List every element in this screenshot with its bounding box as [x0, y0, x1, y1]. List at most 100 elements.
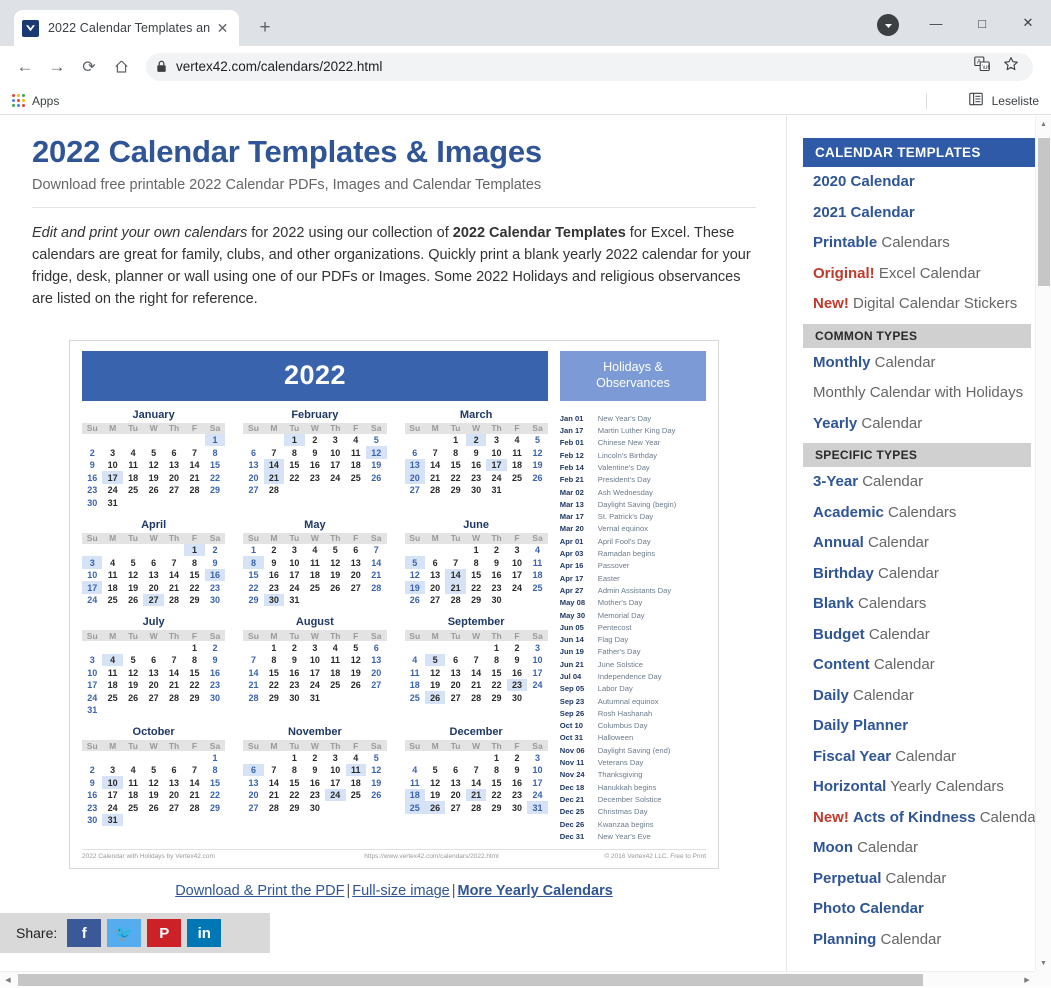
- scroll-up-arrow-icon[interactable]: ▲: [1036, 116, 1051, 132]
- day-cell: 30: [87, 815, 98, 826]
- more-yearly-calendars-link[interactable]: More Yearly Calendars: [458, 883, 613, 899]
- url-text[interactable]: vertex42.com/calendars/2022.html: [176, 59, 974, 74]
- day-cell: 21: [471, 680, 482, 691]
- day-cell: 19: [371, 460, 382, 471]
- day-cell: 19: [148, 790, 159, 801]
- holiday-name: Christmas Day: [597, 807, 648, 817]
- sidebar-item-horizontal[interactable]: Horizontal Yearly Calendars: [803, 772, 1035, 803]
- pinterest-share-button[interactable]: P: [147, 919, 182, 948]
- calendar-figure[interactable]: 2022 Holidays & Observances January Su M Tu…: [69, 339, 719, 870]
- day-cell: 22: [289, 472, 300, 483]
- sidebar-item-excel-calendar[interactable]: Original! Excel Calendar: [803, 259, 1035, 290]
- weekday-header: Su: [243, 740, 264, 752]
- profile-avatar[interactable]: [877, 14, 899, 36]
- empty-cell: [123, 544, 143, 557]
- sidebar-item-content[interactable]: Content Calendar: [803, 650, 1035, 681]
- holiday-row: Nov 24 Thanksgiving: [560, 769, 706, 781]
- week-row: 1 2 3: [405, 641, 548, 654]
- day-cell: 21: [248, 680, 259, 691]
- sidebar-item-academic[interactable]: Academic Calendars: [803, 498, 1035, 529]
- day-cell: 8: [473, 557, 479, 568]
- empty-cell: [82, 544, 102, 557]
- sidebar-item-daily-planner[interactable]: Daily Planner: [803, 711, 1035, 742]
- sidebar-item-photo-calendar[interactable]: Photo Calendar: [803, 894, 1035, 925]
- new-tab-button[interactable]: +: [251, 14, 279, 42]
- scroll-right-arrow-icon[interactable]: ▶: [1019, 972, 1035, 988]
- browser-tab[interactable]: 2022 Calendar Templates and Im ✕: [14, 10, 239, 46]
- maximize-button[interactable]: □: [959, 5, 1005, 41]
- week-row: 17 18 19 20 21 22 23: [82, 679, 225, 692]
- sidebar-item-daily[interactable]: Daily Calendar: [803, 681, 1035, 712]
- forward-icon[interactable]: →: [42, 52, 72, 82]
- sidebar-item-blank[interactable]: Blank Calendars: [803, 589, 1035, 620]
- week-row: 24 25 26 27 28 29 30: [82, 691, 225, 704]
- day-cell: 20: [148, 680, 159, 691]
- home-icon[interactable]: [106, 52, 136, 82]
- sidebar-item-annual[interactable]: Annual Calendar: [803, 528, 1035, 559]
- vertical-scrollbar[interactable]: ▲ ▼: [1035, 116, 1051, 971]
- month-december: December Su M Tu W Th F Sa 1 2 3 4 5 6 7 8 9 10 11 12 13 14 1…: [404, 726, 548, 826]
- translate-icon[interactable]: A\u6587: [974, 56, 1001, 77]
- day-cell: 14: [169, 667, 180, 678]
- facebook-share-button[interactable]: f: [67, 919, 102, 948]
- day-cell: 28: [169, 595, 180, 606]
- twitter-share-button[interactable]: 🐦: [107, 919, 142, 948]
- sidebar-item-fiscal-year[interactable]: Fiscal Year Calendar: [803, 742, 1035, 773]
- apps-shortcut[interactable]: Apps: [12, 94, 59, 108]
- sidebar-item-budget[interactable]: Budget Calendar: [803, 620, 1035, 651]
- scroll-down-arrow-icon[interactable]: ▼: [1036, 955, 1051, 971]
- back-icon[interactable]: ←: [10, 52, 40, 82]
- sidebar-item-2020-calendar[interactable]: 2020 Calendar: [803, 167, 1035, 198]
- day-cell: 5: [130, 557, 136, 568]
- sidebar-item-3-year[interactable]: 3-Year Calendar: [803, 467, 1035, 498]
- sidebar-item-planning[interactable]: Planning Calendar: [803, 925, 1035, 956]
- scroll-left-arrow-icon[interactable]: ◀: [0, 972, 16, 988]
- empty-cell: [184, 704, 204, 717]
- sidebar-item-2021-calendar[interactable]: 2021 Calendar: [803, 198, 1035, 229]
- week-row: 6 7 8 9 10 11 12: [243, 763, 386, 777]
- day-cell: 5: [404, 556, 425, 569]
- day-cell: 26: [371, 790, 382, 801]
- month-name: July: [142, 616, 165, 629]
- bookmark-star-icon[interactable]: [1003, 56, 1019, 77]
- vertical-scroll-thumb[interactable]: [1038, 138, 1050, 286]
- day-cell: 19: [128, 582, 139, 593]
- day-cell: 19: [430, 680, 441, 691]
- sidebar-item-label: Calendar: [975, 808, 1035, 826]
- sidebar-item-monthly[interactable]: Monthly Calendar: [803, 348, 1035, 379]
- month-row: April Su M Tu W Th F Sa 1 2 3 4 5 6 7 8 9 10 11 12 13 14 15 16…: [82, 519, 548, 607]
- fullsize-image-link[interactable]: Full-size image: [352, 883, 450, 899]
- sidebar-item-label-strong: Monthly: [813, 353, 871, 371]
- day-cell: 29: [248, 595, 259, 606]
- holiday-name: Easter: [597, 573, 620, 583]
- reload-icon[interactable]: ⟳: [74, 52, 104, 82]
- horizontal-scrollbar[interactable]: ◀ ▶: [0, 971, 1051, 987]
- day-cell: 29: [209, 802, 220, 813]
- minimize-button[interactable]: —: [913, 5, 959, 41]
- day-cell: 1: [494, 752, 500, 763]
- sidebar-item-printable[interactable]: Printable Calendars: [803, 228, 1035, 259]
- sidebar-item-monthly-calendar-with-holidays[interactable]: Monthly Calendar with Holidays: [803, 378, 1035, 409]
- reading-list-button[interactable]: Leseliste: [968, 92, 1039, 109]
- sidebar-item-yearly[interactable]: Yearly Calendar: [803, 409, 1035, 440]
- download-pdf-link[interactable]: Download & Print the PDF: [175, 883, 344, 899]
- holiday-name: St. Patrick's Day: [597, 512, 654, 522]
- horizontal-scroll-thumb[interactable]: [18, 974, 923, 986]
- day-cell: 17: [486, 458, 507, 472]
- sidebar-item-digital-calendar-stickers[interactable]: New! Digital Calendar Stickers: [803, 289, 1035, 320]
- sidebar-item-perpetual[interactable]: Perpetual Calendar: [803, 864, 1035, 895]
- empty-cell: [366, 801, 387, 814]
- sidebar-item-acts-of-kindness[interactable]: New! Acts of Kindness Calendar: [803, 803, 1035, 834]
- sidebar-item-moon[interactable]: Moon Calendar: [803, 833, 1035, 864]
- sidebar-item-birthday[interactable]: Birthday Calendar: [803, 559, 1035, 590]
- tab-close-icon[interactable]: ✕: [214, 20, 231, 37]
- close-window-button[interactable]: ✕: [1005, 5, 1051, 41]
- day-cell: 17: [532, 777, 543, 788]
- linkedin-share-button[interactable]: in: [187, 919, 222, 948]
- weekday-header: F: [345, 532, 366, 544]
- day-cell: 17: [309, 667, 320, 678]
- sidebar-groups: 2020 Calendar 2021 Calendar Printable Cale…: [803, 167, 1035, 955]
- day-cell: 9: [89, 460, 95, 471]
- address-bar[interactable]: vertex42.com/calendars/2022.html A\u6587: [146, 52, 1033, 81]
- day-cell: 26: [128, 692, 139, 703]
